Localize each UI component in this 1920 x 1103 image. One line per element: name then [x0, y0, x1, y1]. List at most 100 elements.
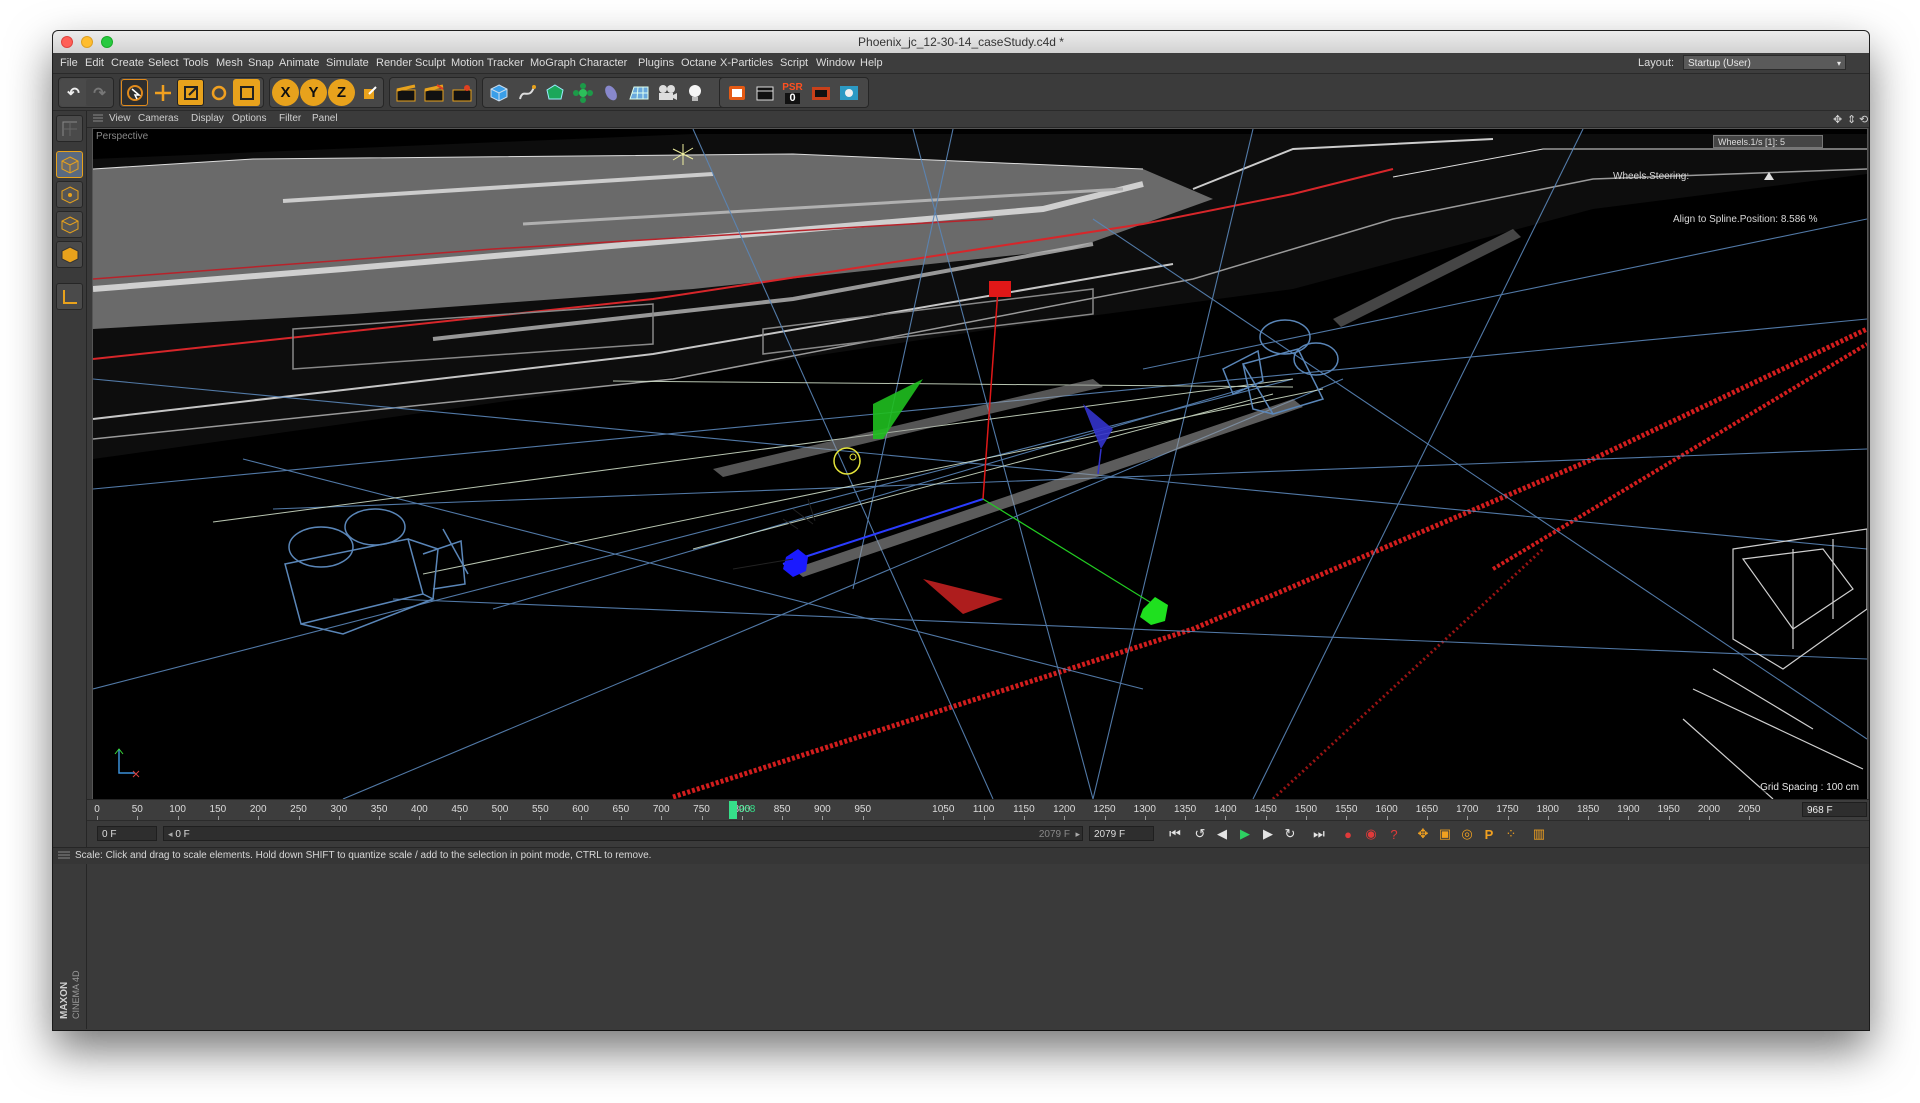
svg-text:CINEMA 4D: CINEMA 4D [71, 970, 81, 1019]
y-axis-lock-button[interactable]: Y [300, 79, 327, 106]
menu-window[interactable]: Window [816, 57, 855, 69]
undo-button[interactable]: ↶ [60, 79, 87, 106]
recent-tool-button[interactable] [233, 79, 260, 106]
redo-button[interactable]: ↷ [86, 79, 113, 106]
film-icon [756, 86, 773, 100]
go-to-start-button[interactable]: ⏮ [1165, 824, 1185, 844]
navigate-move-icon[interactable]: ✥ [1833, 113, 1842, 126]
move-tool-button[interactable] [149, 79, 176, 106]
options-menu[interactable]: Options [232, 113, 266, 124]
scale-key-button[interactable]: ▣ [1435, 824, 1455, 844]
navigate-zoom-icon[interactable]: ⇕ [1847, 113, 1856, 126]
menu-create[interactable]: Create [111, 57, 144, 69]
timeline-label: 1100 [972, 804, 995, 815]
psr-reset-button[interactable]: PSR 0 [779, 79, 806, 106]
autokeying-button[interactable]: ◉ [1361, 824, 1381, 844]
scale-tool-button[interactable] [177, 79, 204, 106]
display-menu[interactable]: Display [191, 113, 224, 124]
live-selection-button[interactable] [121, 79, 148, 106]
menu-tools[interactable]: Tools [183, 57, 209, 69]
light-button[interactable] [681, 79, 708, 106]
preview-range-slider[interactable]: ◂ 0 F 2079 F ▸ [163, 826, 1083, 841]
rotation-key-button[interactable]: ◎ [1457, 824, 1477, 844]
timeline-window-button[interactable]: ▥ [1529, 824, 1549, 844]
render-view-button[interactable] [392, 79, 419, 106]
view-menu[interactable]: View [109, 113, 131, 124]
play-button[interactable]: ▶ [1235, 824, 1255, 844]
timeline-label: 600 [572, 804, 589, 815]
menu-character[interactable]: Character [579, 57, 627, 69]
playhead[interactable] [729, 801, 737, 819]
deformer-button[interactable] [597, 79, 624, 106]
keyframe-selection-button[interactable]: ? [1384, 824, 1404, 844]
panel-menu[interactable]: Panel [312, 113, 338, 124]
navigate-rotate-icon[interactable]: ⟲ [1859, 113, 1868, 126]
menu-file[interactable]: File [60, 57, 78, 69]
cursor-icon [126, 84, 143, 101]
point-level-key-button[interactable]: ⁘ [1501, 824, 1521, 844]
menu-select[interactable]: Select [148, 57, 179, 69]
menu-render[interactable]: Render [376, 57, 412, 69]
menu-sculpt[interactable]: Sculpt [415, 57, 446, 69]
menu-mograph[interactable]: MoGraph [530, 57, 576, 69]
edges-mode-button[interactable] [56, 211, 83, 238]
gizmo-z-handle[interactable] [1140, 597, 1168, 625]
menu-x-particles[interactable]: X-Particles [720, 57, 773, 69]
render-queue-button[interactable] [807, 79, 834, 106]
cloner-button[interactable] [569, 79, 596, 106]
cameras-menu[interactable]: Cameras [138, 113, 179, 124]
next-frame-button[interactable]: ▶ [1258, 824, 1278, 844]
subdivision-surface-button[interactable] [541, 79, 568, 106]
clapboard-play-icon [424, 83, 444, 101]
parameter-key-button[interactable]: P [1479, 824, 1499, 844]
current-frame-field[interactable]: 968 F [1802, 802, 1867, 817]
start-frame-field[interactable]: 0 F [97, 826, 157, 841]
menu-simulate[interactable]: Simulate [326, 57, 369, 69]
status-message: Scale: Click and drag to scale elements.… [75, 850, 652, 861]
polygons-mode-button[interactable] [56, 241, 83, 268]
menu-snap[interactable]: Snap [248, 57, 274, 69]
menu-plugins[interactable]: Plugins [638, 57, 674, 69]
end-frame-field[interactable]: 2079 F [1089, 826, 1154, 841]
cube-primitive-button[interactable] [485, 79, 512, 106]
rotate-tool-button[interactable] [205, 79, 232, 106]
menu-mesh[interactable]: Mesh [216, 57, 243, 69]
previous-key-button[interactable]: ↺ [1190, 824, 1210, 844]
menu-octane[interactable]: Octane [681, 57, 716, 69]
axis-mode-button[interactable] [56, 283, 83, 310]
render-settings-button[interactable] [448, 79, 475, 106]
spline-button[interactable] [513, 79, 540, 106]
timeline-label: 0 [94, 804, 100, 815]
menu-animate[interactable]: Animate [279, 57, 319, 69]
menu-edit[interactable]: Edit [85, 57, 104, 69]
gizmo-y-handle[interactable] [989, 281, 1011, 297]
previous-frame-button[interactable]: ◀ [1212, 824, 1232, 844]
coordinate-system-button[interactable] [356, 79, 383, 106]
menu-motion-tracker[interactable]: Motion Tracker [451, 57, 524, 69]
octane-render-button[interactable] [723, 79, 750, 106]
floor-button[interactable] [625, 79, 652, 106]
timeline-ruler[interactable]: 0 50 100 150 200 250 300 350 400 450 500 550 600 650 7… [87, 799, 1869, 820]
camera-icon [658, 84, 677, 100]
menu-help[interactable]: Help [860, 57, 883, 69]
make-editable-button[interactable] [56, 115, 83, 142]
hud-wheels-field[interactable]: Wheels.1/s [1]: 5 [1713, 135, 1823, 148]
layout-value: Startup (User) [1688, 58, 1751, 69]
z-axis-lock-button[interactable]: Z [328, 79, 355, 106]
camera-button[interactable] [653, 79, 680, 106]
points-mode-button[interactable] [56, 181, 83, 208]
x-axis-lock-button[interactable]: X [272, 79, 299, 106]
model-mode-button[interactable] [56, 151, 83, 178]
steering-slider-icon[interactable] [1763, 171, 1775, 181]
layout-select[interactable]: Startup (User) ▾ [1683, 55, 1846, 70]
perspective-viewport[interactable]: Perspective Wheels.1/s [1]: 5 Wheels.Ste… [92, 128, 1868, 800]
render-picture-viewer-button[interactable] [420, 79, 447, 106]
next-key-button[interactable]: ↻ [1280, 824, 1300, 844]
texture-bake-button[interactable] [835, 79, 862, 106]
position-key-button[interactable]: ✥ [1413, 824, 1433, 844]
filter-menu[interactable]: Filter [279, 113, 301, 124]
menu-script[interactable]: Script [780, 57, 808, 69]
octane-live-viewer-button[interactable] [751, 79, 778, 106]
go-to-end-button[interactable]: ⏭ [1309, 824, 1329, 844]
record-keys-button[interactable]: ● [1338, 824, 1358, 844]
